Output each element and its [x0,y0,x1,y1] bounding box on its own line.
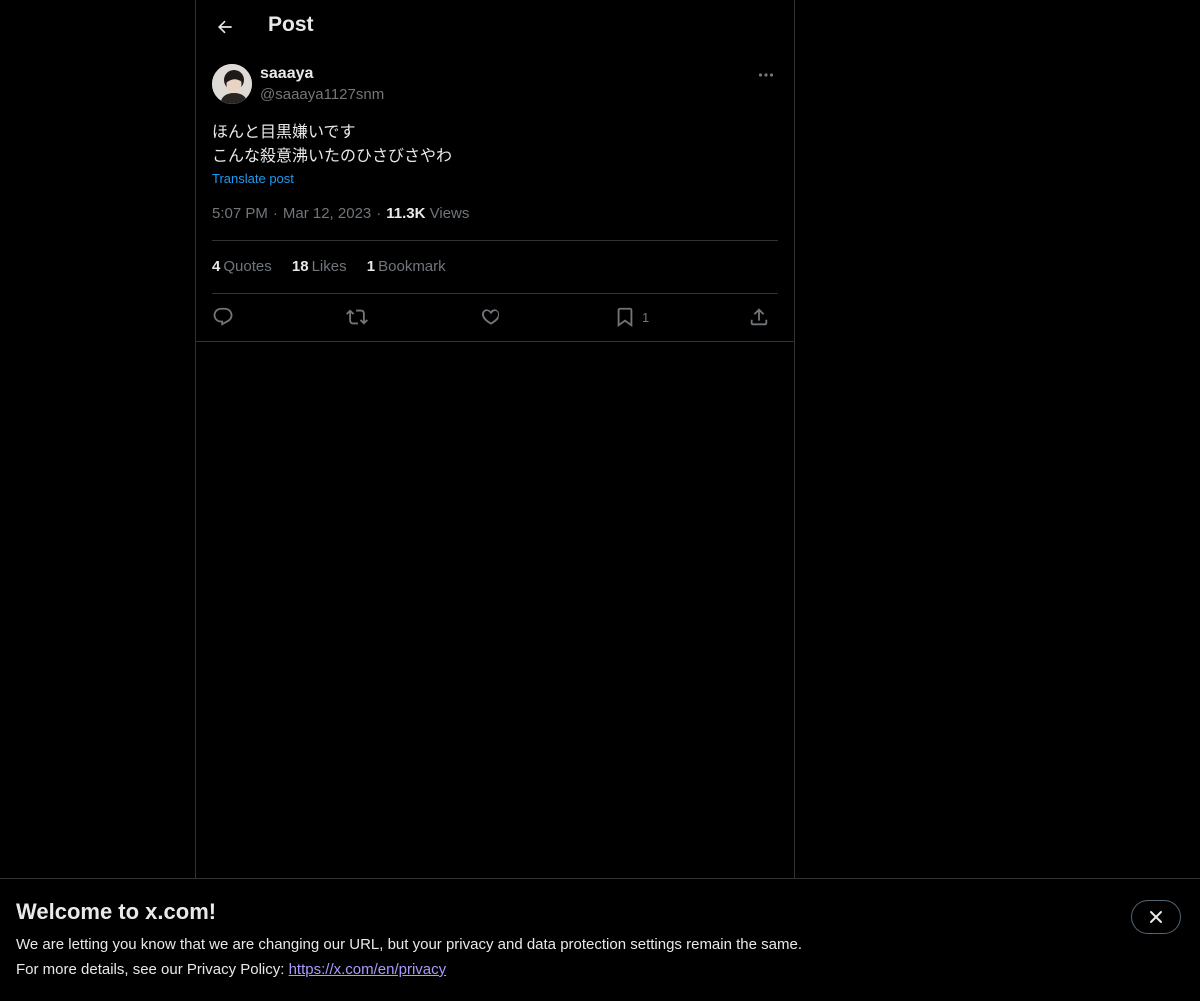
translate-post-link[interactable]: Translate post [212,171,294,186]
post-header: Post [196,0,794,54]
separator-dot: · [272,205,278,222]
post-date[interactable]: Mar 12, 2023 [283,205,371,222]
reply-icon [213,307,233,326]
banner-privacy-prefix: For more details, see our Privacy Policy… [16,961,289,978]
bookmarks-stat[interactable]: 1 Bookmark [367,258,446,275]
post-stats: 4 Quotes 18 Likes 1 Bookmark [212,258,462,275]
banner-title: Welcome to x.com! [16,899,217,924]
bookmark-count: 1 [642,309,650,325]
likes-label: Likes [311,258,347,275]
avatar-image [212,64,252,104]
display-name[interactable]: saaaya [260,64,384,84]
heart-icon [482,309,500,325]
action-bar: 1 [212,302,778,332]
views-count: 11.3K [386,205,426,222]
user-handle[interactable]: @saaaya1127snm [260,85,384,105]
divider [212,240,778,241]
privacy-policy-link[interactable]: https://x.com/en/privacy [289,961,447,978]
quotes-count: 4 [212,258,221,275]
bookmarks-count: 1 [366,258,376,275]
reply-button[interactable] [212,302,234,332]
like-button[interactable] [480,302,502,332]
close-banner-button[interactable] [1131,900,1181,934]
divider [212,293,778,294]
share-button[interactable] [748,302,770,332]
more-options-button[interactable] [754,64,778,86]
repost-icon [346,309,368,325]
likes-stat[interactable]: 18 Likes [292,258,347,275]
bookmark-icon [617,307,633,328]
post-bottom-border [196,341,794,342]
bookmarks-label: Bookmark [378,258,446,275]
more-icon [758,73,774,77]
repost-button[interactable] [346,302,368,332]
welcome-banner: Welcome to x.com! We are letting you kno… [0,878,1200,1001]
back-arrow-icon [218,20,232,34]
post-text: ほんと目黒嫌いです こんな殺意沸いたのひさびさやわ [212,122,453,165]
quotes-stat[interactable]: 4 Quotes [212,258,272,275]
back-button[interactable] [208,10,242,44]
quotes-label: Quotes [223,258,272,275]
likes-count: 18 [291,258,309,275]
post-time[interactable]: 5:07 PM [212,205,268,222]
post-meta: 5:07 PM · Mar 12, 2023 · 11.3K Views [212,205,469,222]
banner-privacy-line: For more details, see our Privacy Policy… [16,961,446,978]
page-title: Post [268,13,314,36]
close-icon [1150,911,1162,923]
banner-message: We are letting you know that we are chan… [16,936,802,953]
bookmark-button[interactable]: 1 [614,302,649,332]
share-icon [750,308,768,326]
separator-dot: · [376,205,382,222]
avatar[interactable] [212,64,252,104]
main-column: Post saaaya @saaaya1127snm ほんと目黒嫌いです こんな… [195,0,795,878]
views-label: Views [429,205,470,222]
author: saaaya @saaaya1127snm [260,64,384,105]
